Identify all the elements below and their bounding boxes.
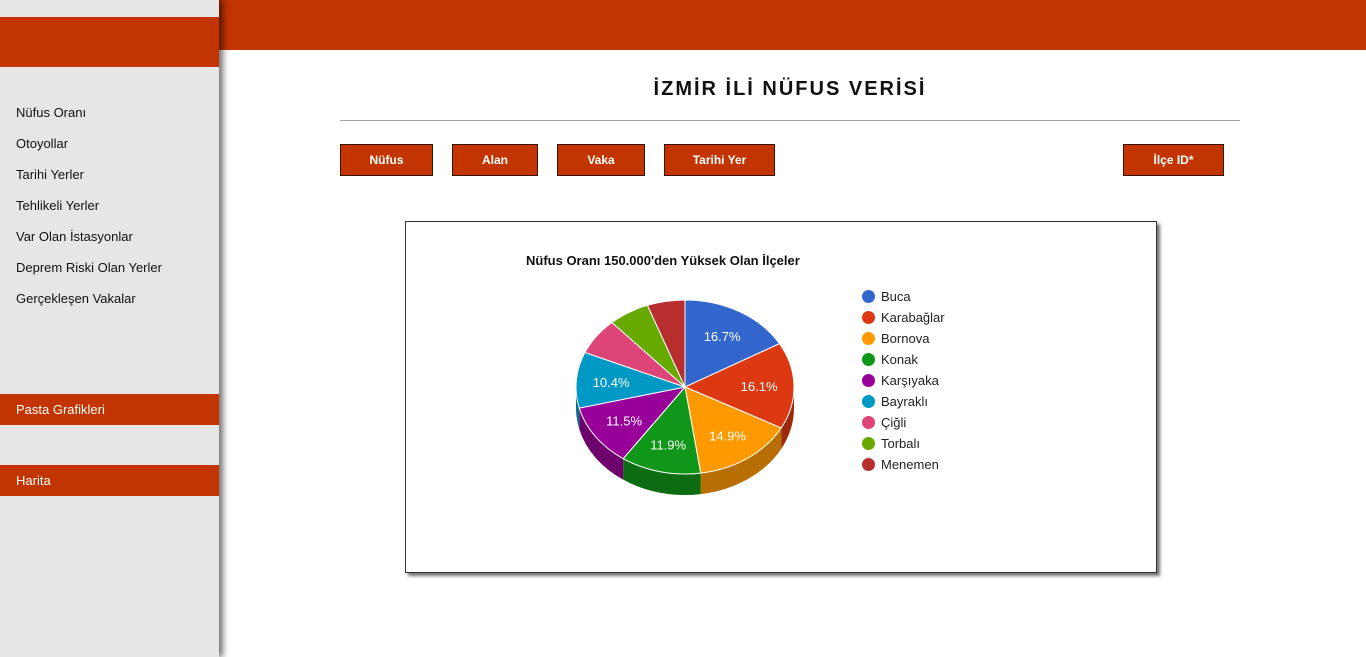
legend-label-0: Buca xyxy=(881,289,911,304)
legend-item-5[interactable]: Bayraklı xyxy=(862,391,945,412)
sidebar-item-existing-stations[interactable]: Var Olan İstasyonlar xyxy=(0,221,219,252)
legend-item-3[interactable]: Konak xyxy=(862,349,945,370)
sidebar-item-historic-places[interactable]: Tarihi Yerler xyxy=(0,159,219,190)
legend-swatch-4 xyxy=(862,374,875,387)
top-bar xyxy=(219,0,1366,50)
legend-swatch-7 xyxy=(862,437,875,450)
legend-swatch-3 xyxy=(862,353,875,366)
legend-item-7[interactable]: Torbalı xyxy=(862,433,945,454)
sidebar-menu: Nüfus Oranı Otoyollar Tarihi Yerler Tehl… xyxy=(0,97,219,314)
legend-item-0[interactable]: Buca xyxy=(862,286,945,307)
legend-item-8[interactable]: Menemen xyxy=(862,454,945,475)
pie-chart-panel: Nüfus Oranı 150.000'den Yüksek Olan İlçe… xyxy=(405,221,1157,573)
pie-data-label-5: 10.4% xyxy=(593,375,630,390)
district-id-button[interactable]: İlçe ID* xyxy=(1123,144,1224,176)
legend-item-6[interactable]: Çiğli xyxy=(862,412,945,433)
title-divider xyxy=(340,120,1240,121)
sidebar-item-realized-cases[interactable]: Gerçekleşen Vakalar xyxy=(0,283,219,314)
chart-legend: Buca Karabağlar Bornova Konak Karşıyaka Bayra… xyxy=(862,286,945,475)
legend-item-1[interactable]: Karabağlar xyxy=(862,307,945,328)
pie-chart: 16.7% 16.1% 14.9% 11.9% 11.5% 10.4% xyxy=(575,299,795,495)
legend-swatch-5 xyxy=(862,395,875,408)
legend-label-3: Konak xyxy=(881,352,918,367)
legend-label-4: Karşıyaka xyxy=(881,373,939,388)
map-button[interactable]: Harita xyxy=(0,465,219,496)
legend-label-8: Menemen xyxy=(881,457,939,472)
sidebar-brand-bar xyxy=(0,17,219,67)
sidebar-item-dangerous-places[interactable]: Tehlikeli Yerler xyxy=(0,190,219,221)
pie-data-label-4: 11.5% xyxy=(606,414,642,429)
area-button[interactable]: Alan xyxy=(452,144,538,176)
legend-label-1: Karabağlar xyxy=(881,310,945,325)
pie-data-label-3: 11.9% xyxy=(650,438,686,453)
legend-label-5: Bayraklı xyxy=(881,394,928,409)
legend-swatch-6 xyxy=(862,416,875,429)
legend-swatch-2 xyxy=(862,332,875,345)
legend-label-7: Torbalı xyxy=(881,436,921,451)
legend-label-6: Çiğli xyxy=(881,415,907,430)
pie-data-label-1: 16.1% xyxy=(741,379,778,394)
sidebar: Nüfus Oranı Otoyollar Tarihi Yerler Tehl… xyxy=(0,0,219,657)
sidebar-item-earthquake-risk[interactable]: Deprem Riski Olan Yerler xyxy=(0,252,219,283)
page-title: İZMİR İLİ NÜFUS VERİSİ xyxy=(653,78,927,100)
sidebar-item-population-ratio[interactable]: Nüfus Oranı xyxy=(0,97,219,128)
pie-charts-button[interactable]: Pasta Grafikleri xyxy=(0,394,219,425)
legend-item-4[interactable]: Karşıyaka xyxy=(862,370,945,391)
pie-data-label-0: 16.7% xyxy=(704,329,741,344)
pie-data-label-2: 14.9% xyxy=(709,428,746,443)
legend-swatch-0 xyxy=(862,290,875,303)
legend-swatch-1 xyxy=(862,311,875,324)
sidebar-item-highways[interactable]: Otoyollar xyxy=(0,128,219,159)
legend-item-2[interactable]: Bornova xyxy=(862,328,945,349)
legend-swatch-8 xyxy=(862,458,875,471)
historic-place-button[interactable]: Tarihi Yer xyxy=(664,144,775,176)
cases-button[interactable]: Vaka xyxy=(557,144,645,176)
legend-label-2: Bornova xyxy=(881,331,930,346)
population-button[interactable]: Nüfus xyxy=(340,144,433,176)
